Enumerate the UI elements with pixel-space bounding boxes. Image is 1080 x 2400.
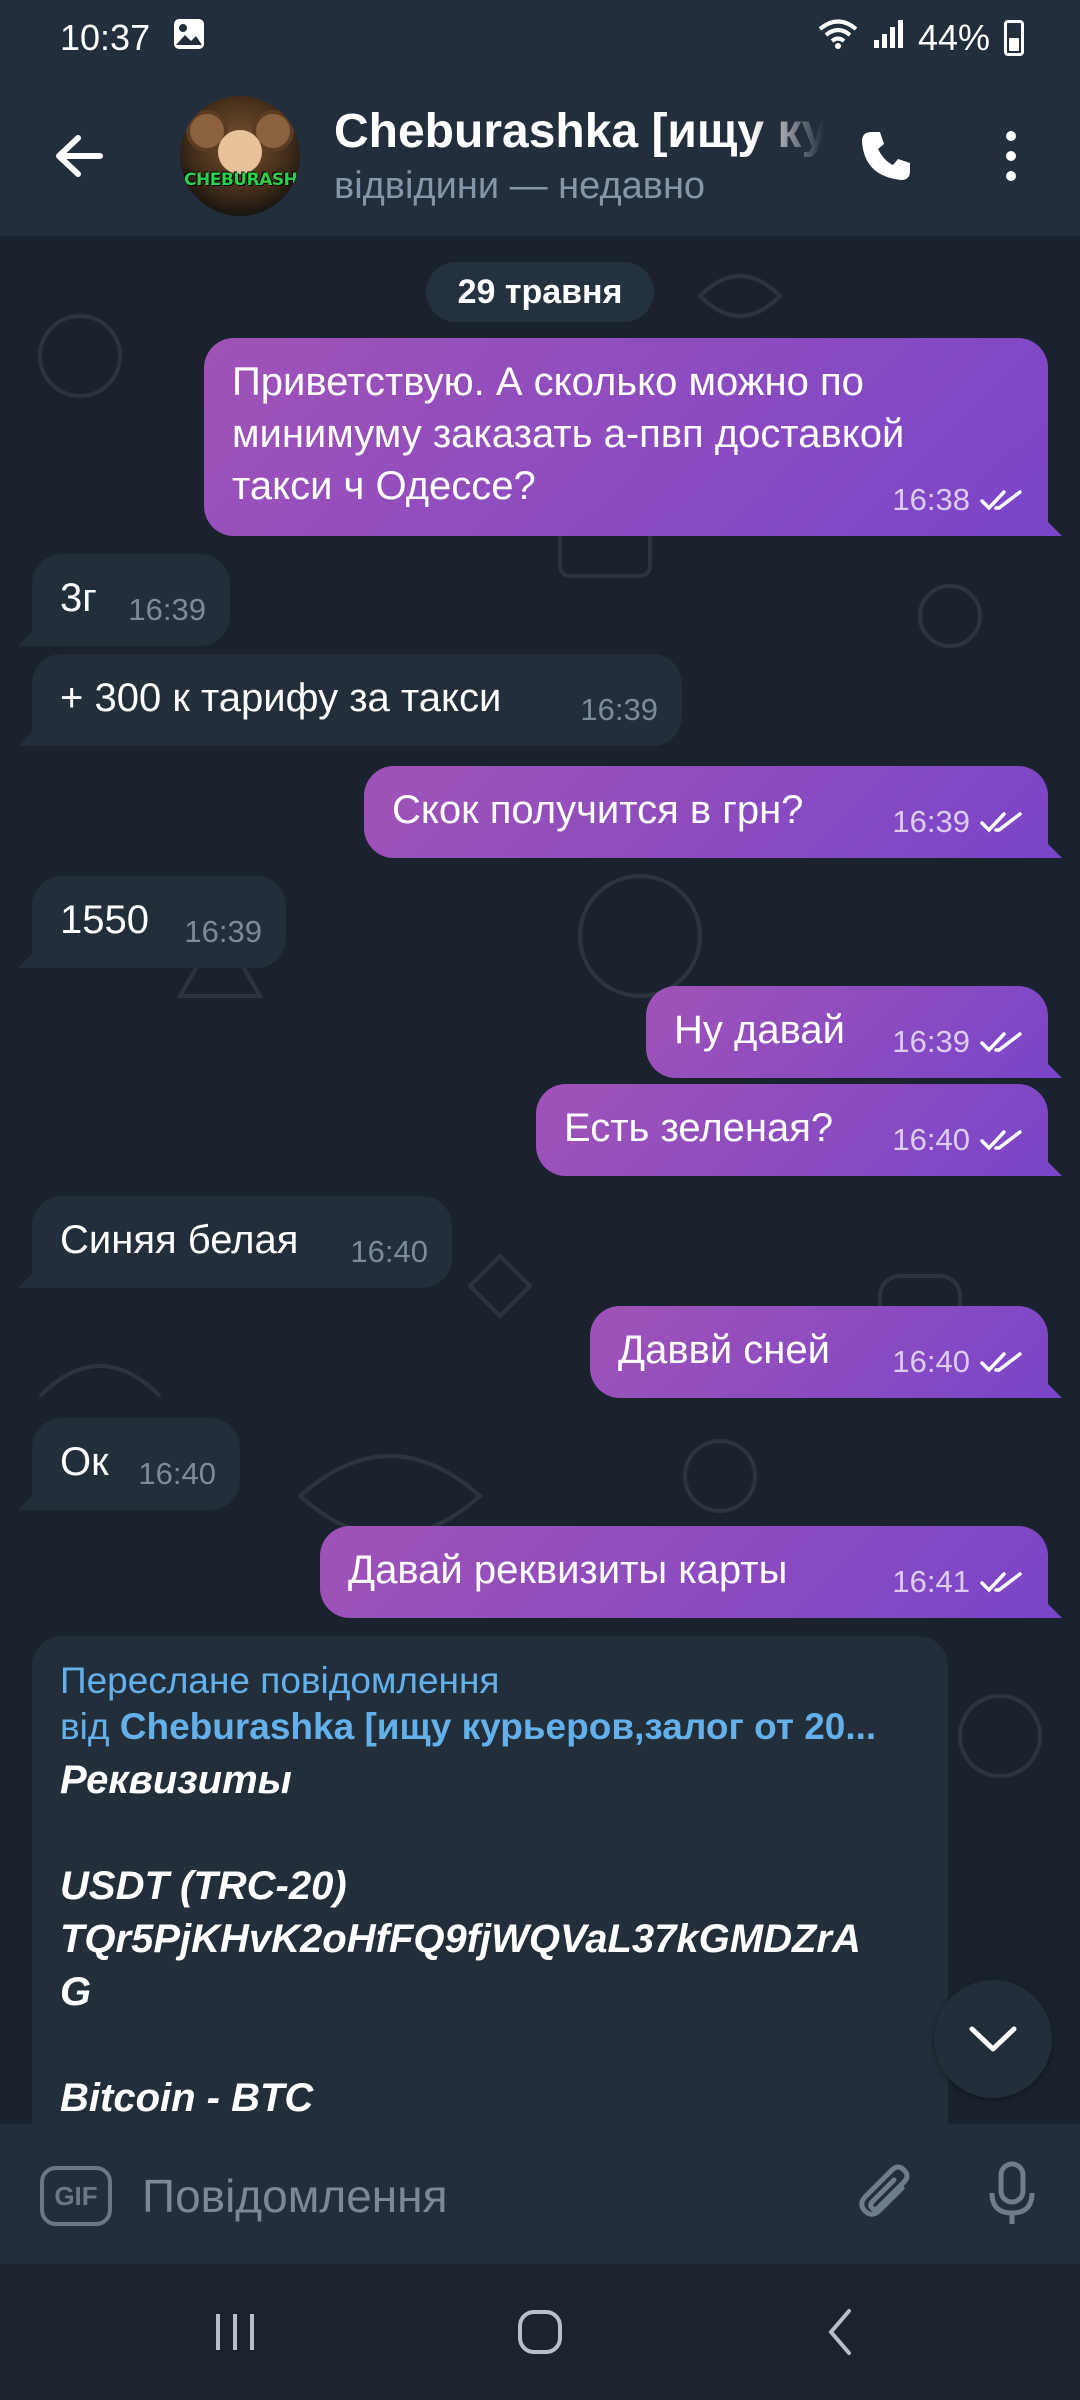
battery-icon xyxy=(1004,20,1024,56)
system-nav-bar xyxy=(0,2264,1080,2400)
microphone-button[interactable] xyxy=(972,2154,1052,2234)
gallery-icon xyxy=(172,17,206,60)
chevron-left-icon xyxy=(828,2309,851,2355)
forwarded-body: Реквизиты USDT (TRC-20) TQr5PjKHvK2oHfFQ… xyxy=(60,1758,861,2120)
chat-header: CHEBURASHKA Cheburashka [ищу ку відвідин… xyxy=(0,76,1080,236)
message-incoming[interactable]: 3г 16:39 xyxy=(18,554,230,646)
gif-button[interactable]: GIF xyxy=(40,2166,112,2226)
chat-status: відвідини — недавно xyxy=(334,165,706,207)
message-incoming[interactable]: Синяя белая 16:40 xyxy=(18,1196,452,1288)
double-check-icon xyxy=(980,1572,1022,1593)
recent-apps-icon xyxy=(216,2314,254,2350)
forwarded-message[interactable]: Переслане повідомлення від Cheburashka [… xyxy=(32,1636,948,2124)
date-separator: 29 травня xyxy=(426,262,654,322)
more-menu-button[interactable] xyxy=(976,116,1046,196)
forwarded-from[interactable]: від Cheburashka [ищу курьеров,залог от 2… xyxy=(60,1704,920,1750)
call-button[interactable] xyxy=(846,116,926,196)
message-time: 16:39 xyxy=(184,914,262,949)
message-outgoing[interactable]: Даввй сней 16:40 xyxy=(590,1306,1062,1398)
avatar[interactable]: CHEBURASHKA xyxy=(180,96,300,216)
message-time: 16:39 xyxy=(892,804,970,839)
microphone-icon xyxy=(989,2161,1035,2224)
message-time: 16:40 xyxy=(892,1344,970,1379)
double-check-icon xyxy=(980,1130,1022,1151)
message-outgoing[interactable]: Есть зеленая? 16:40 xyxy=(536,1084,1062,1176)
forwarded-author: Cheburashka [ищу курьеров,залог от 20... xyxy=(119,1706,877,1747)
message-time: 16:41 xyxy=(892,1564,970,1599)
message-text: + 300 к тарифу за такси xyxy=(60,676,502,720)
message-time: 16:39 xyxy=(128,592,206,627)
message-outgoing[interactable]: Ну давай 16:39 xyxy=(646,986,1062,1078)
message-composer: GIF Повідомлення xyxy=(0,2124,1080,2264)
chat-title: Cheburashka [ищу ку xyxy=(334,105,824,158)
message-time: 16:40 xyxy=(892,1122,970,1157)
message-incoming[interactable]: 1550 16:39 xyxy=(18,876,286,968)
double-check-icon xyxy=(980,490,1022,511)
chat-area[interactable]: 29 травня Приветствую. А сколько можно п… xyxy=(0,236,1080,2124)
chat-title-block[interactable]: Cheburashka [ищу ку відвідини — недавно xyxy=(334,104,824,208)
message-outgoing[interactable]: Скок получится в грн? 16:39 xyxy=(364,766,1062,858)
message-outgoing[interactable]: Приветствую. А сколько можно по минимуму… xyxy=(204,338,1062,536)
chevron-down-icon xyxy=(969,2026,1017,2052)
message-time: 16:39 xyxy=(892,1024,970,1059)
double-check-icon xyxy=(980,812,1022,833)
more-vertical-icon xyxy=(1006,131,1016,181)
battery-percent: 44% xyxy=(917,17,990,58)
message-outgoing[interactable]: Давай реквизиты карты 16:41 xyxy=(320,1526,1062,1618)
message-time: 16:38 xyxy=(892,482,970,517)
message-time: 16:40 xyxy=(350,1234,428,1269)
home-button[interactable] xyxy=(508,2304,572,2360)
avatar-logo-text: CHEBURASHKA xyxy=(184,170,300,190)
wifi-icon xyxy=(818,17,858,59)
phone-icon xyxy=(862,132,910,180)
scroll-to-bottom-button[interactable] xyxy=(934,1980,1052,2098)
double-check-icon xyxy=(980,1032,1022,1053)
home-icon xyxy=(518,2310,562,2354)
attach-button[interactable] xyxy=(846,2154,926,2234)
message-time: 16:39 xyxy=(580,692,658,727)
signal-icon xyxy=(872,17,904,59)
paperclip-icon xyxy=(859,2164,910,2217)
double-check-icon xyxy=(980,1352,1022,1373)
message-time: 16:40 xyxy=(138,1456,216,1491)
message-input[interactable]: Повідомлення xyxy=(142,2164,792,2228)
recent-apps-button[interactable] xyxy=(205,2304,265,2360)
status-bar: 10:37 44% xyxy=(0,0,1080,76)
system-back-button[interactable] xyxy=(812,2304,868,2360)
back-button[interactable] xyxy=(34,111,124,201)
status-time: 10:37 xyxy=(60,17,151,58)
arrow-left-icon xyxy=(56,135,103,177)
message-incoming[interactable]: + 300 к тарифу за такси 16:39 xyxy=(18,654,682,746)
forwarded-label: Переслане повідомлення xyxy=(60,1660,500,1701)
message-incoming[interactable]: Ок 16:40 xyxy=(18,1418,240,1510)
